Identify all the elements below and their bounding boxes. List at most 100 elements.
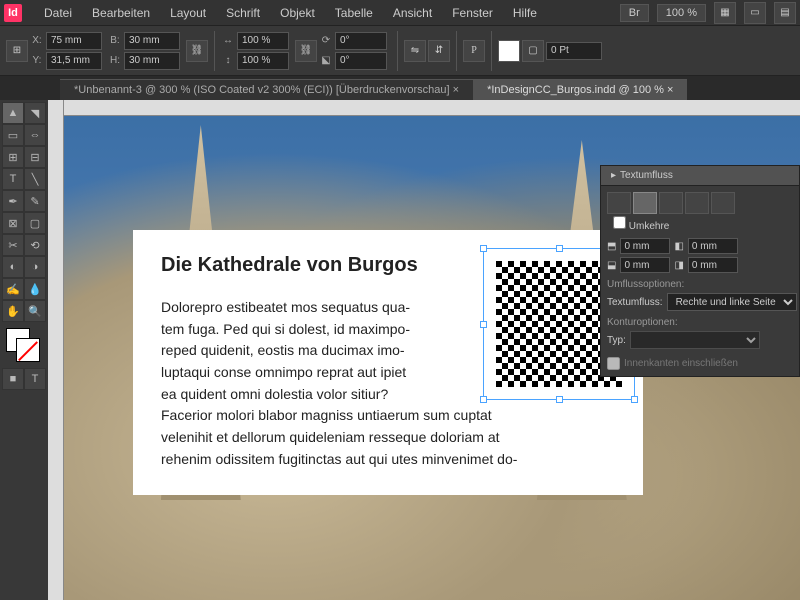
- scale-y-input[interactable]: [237, 52, 289, 70]
- direct-selection-tool[interactable]: ◥: [24, 102, 46, 124]
- flip-v-icon[interactable]: ⇵: [428, 40, 450, 62]
- wrap-options-label: Umflussoptionen:: [607, 279, 793, 290]
- fill-swatch-icon[interactable]: [498, 40, 520, 62]
- constrain-scale-icon[interactable]: ⛓: [295, 40, 317, 62]
- view-options-icon[interactable]: ▦: [714, 2, 736, 24]
- wrap-to-dropdown[interactable]: Rechte und linke Seite: [667, 293, 797, 311]
- contour-type-dropdown[interactable]: [630, 331, 760, 349]
- handle-ml[interactable]: [480, 321, 487, 328]
- control-panel: ⊞ X: Y: B: H: ⛓ ↔ ↕ ⛓ ⟳ ⬕ ⇋ ⇵ P ▢: [0, 26, 800, 76]
- line-tool[interactable]: ╲: [24, 168, 46, 190]
- handle-br[interactable]: [631, 396, 638, 403]
- rot-icon: ⟳: [319, 35, 333, 46]
- menu-hilfe[interactable]: Hilfe: [503, 6, 547, 20]
- offset-right-input[interactable]: [688, 257, 738, 273]
- menu-layout[interactable]: Layout: [160, 6, 216, 20]
- toolbox: ▲◥ ▭⇔ ⊞⊟ T╲ ✒✎ ⊠▢ ✂⟲ ◐◑ ✍💧 ✋🔍 ■T: [0, 100, 48, 600]
- invert-checkbox[interactable]: [613, 216, 626, 229]
- offset-left-icon: ◧: [674, 241, 683, 252]
- scissors-tool[interactable]: ✂: [2, 234, 24, 256]
- wrap-to-label: Textumfluss:: [607, 297, 663, 308]
- offset-top-icon: ⬒: [607, 241, 616, 252]
- include-inside-label: Innenkanten einschließen: [624, 358, 738, 369]
- wrap-jump-column-icon[interactable]: [711, 192, 735, 214]
- sx-icon: ↔: [221, 35, 235, 46]
- app-logo: Id: [4, 4, 22, 22]
- panel-title: Textumfluss: [620, 170, 673, 181]
- type-tool[interactable]: T: [2, 168, 24, 190]
- eyedropper-tool[interactable]: 💧: [24, 278, 46, 300]
- offset-top-input[interactable]: [620, 238, 670, 254]
- rectangle-tool[interactable]: ▢: [24, 212, 46, 234]
- free-transform-tool[interactable]: ⟲: [24, 234, 46, 256]
- workspace-switcher[interactable]: Br: [620, 4, 649, 22]
- vertical-ruler[interactable]: [48, 100, 64, 600]
- pencil-tool[interactable]: ✎: [24, 190, 46, 212]
- menu-schrift[interactable]: Schrift: [216, 6, 270, 20]
- menu-datei[interactable]: Datei: [34, 6, 82, 20]
- stroke-swatch-icon[interactable]: ▢: [522, 40, 544, 62]
- zoom-level[interactable]: 100 %: [657, 4, 706, 22]
- offset-bottom-icon: ⬓: [607, 260, 616, 271]
- wrap-jump-object-icon[interactable]: [685, 192, 709, 214]
- rotation-input[interactable]: [335, 32, 387, 50]
- fill-stroke-swatches[interactable]: [2, 328, 46, 368]
- selection-tool[interactable]: ▲: [2, 102, 24, 124]
- menu-objekt[interactable]: Objekt: [270, 6, 325, 20]
- text-wrap-panel: ▸ Textumfluss Umkehre ⬒ ◧ ⬓ ◨ Umflussopt…: [600, 165, 800, 377]
- x-input[interactable]: [46, 32, 102, 50]
- apply-none-icon[interactable]: T: [24, 368, 46, 390]
- menu-bar: Id Datei Bearbeiten Layout Schrift Objek…: [0, 0, 800, 26]
- contour-type-label: Typ:: [607, 335, 626, 346]
- y-input[interactable]: [46, 52, 102, 70]
- pen-tool[interactable]: ✒: [2, 190, 24, 212]
- reference-point-icon[interactable]: ⊞: [6, 40, 28, 62]
- stroke-color-icon[interactable]: [16, 338, 40, 362]
- wrap-object-shape-icon[interactable]: [659, 192, 683, 214]
- menu-fenster[interactable]: Fenster: [442, 6, 503, 20]
- invert-label: Umkehre: [629, 221, 670, 232]
- tab-unbenannt[interactable]: *Unbenannt-3 @ 300 % (ISO Coated v2 300%…: [60, 79, 473, 100]
- w-label: B:: [108, 35, 122, 46]
- screen-mode-icon[interactable]: ▭: [744, 2, 766, 24]
- document-tabs: *Unbenannt-3 @ 300 % (ISO Coated v2 300%…: [0, 76, 800, 100]
- apply-color-icon[interactable]: ■: [2, 368, 24, 390]
- scale-x-input[interactable]: [237, 32, 289, 50]
- tab-burgos[interactable]: *InDesignCC_Burgos.indd @ 100 % ×: [473, 79, 687, 100]
- arrange-icon[interactable]: ▤: [774, 2, 796, 24]
- menu-tabelle[interactable]: Tabelle: [325, 6, 383, 20]
- paragraph-icon[interactable]: P: [463, 40, 485, 62]
- menu-bearbeiten[interactable]: Bearbeiten: [82, 6, 160, 20]
- content-placer-tool[interactable]: ⊟: [24, 146, 46, 168]
- shear-input[interactable]: [335, 52, 387, 70]
- shear-icon: ⬕: [319, 55, 333, 66]
- zoom-tool[interactable]: 🔍: [24, 300, 46, 322]
- page-tool[interactable]: ▭: [2, 124, 24, 146]
- gradient-swatch-tool[interactable]: ◐: [2, 256, 24, 278]
- h-input[interactable]: [124, 52, 180, 70]
- handle-tl[interactable]: [480, 245, 487, 252]
- handle-bl[interactable]: [480, 396, 487, 403]
- content-collector-tool[interactable]: ⊞: [2, 146, 24, 168]
- flip-h-icon[interactable]: ⇋: [404, 40, 426, 62]
- x-label: X:: [30, 35, 44, 46]
- handle-tm[interactable]: [556, 245, 563, 252]
- y-label: Y:: [30, 55, 44, 66]
- gradient-feather-tool[interactable]: ◑: [24, 256, 46, 278]
- stroke-weight-input[interactable]: [546, 42, 602, 60]
- panel-tab-textumfluss[interactable]: ▸ Textumfluss: [601, 166, 799, 186]
- wrap-none-icon[interactable]: [607, 192, 631, 214]
- gap-tool[interactable]: ⇔: [24, 124, 46, 146]
- offset-left-input[interactable]: [688, 238, 738, 254]
- offset-bottom-input[interactable]: [620, 257, 670, 273]
- rectangle-frame-tool[interactable]: ⊠: [2, 212, 24, 234]
- hand-tool[interactable]: ✋: [2, 300, 24, 322]
- wrap-bounding-box-icon[interactable]: [633, 192, 657, 214]
- chevron-icon: ▸: [611, 170, 616, 181]
- constrain-wh-icon[interactable]: ⛓: [186, 40, 208, 62]
- horizontal-ruler[interactable]: [48, 100, 800, 116]
- menu-ansicht[interactable]: Ansicht: [383, 6, 442, 20]
- note-tool[interactable]: ✍: [2, 278, 24, 300]
- handle-bm[interactable]: [556, 396, 563, 403]
- w-input[interactable]: [124, 32, 180, 50]
